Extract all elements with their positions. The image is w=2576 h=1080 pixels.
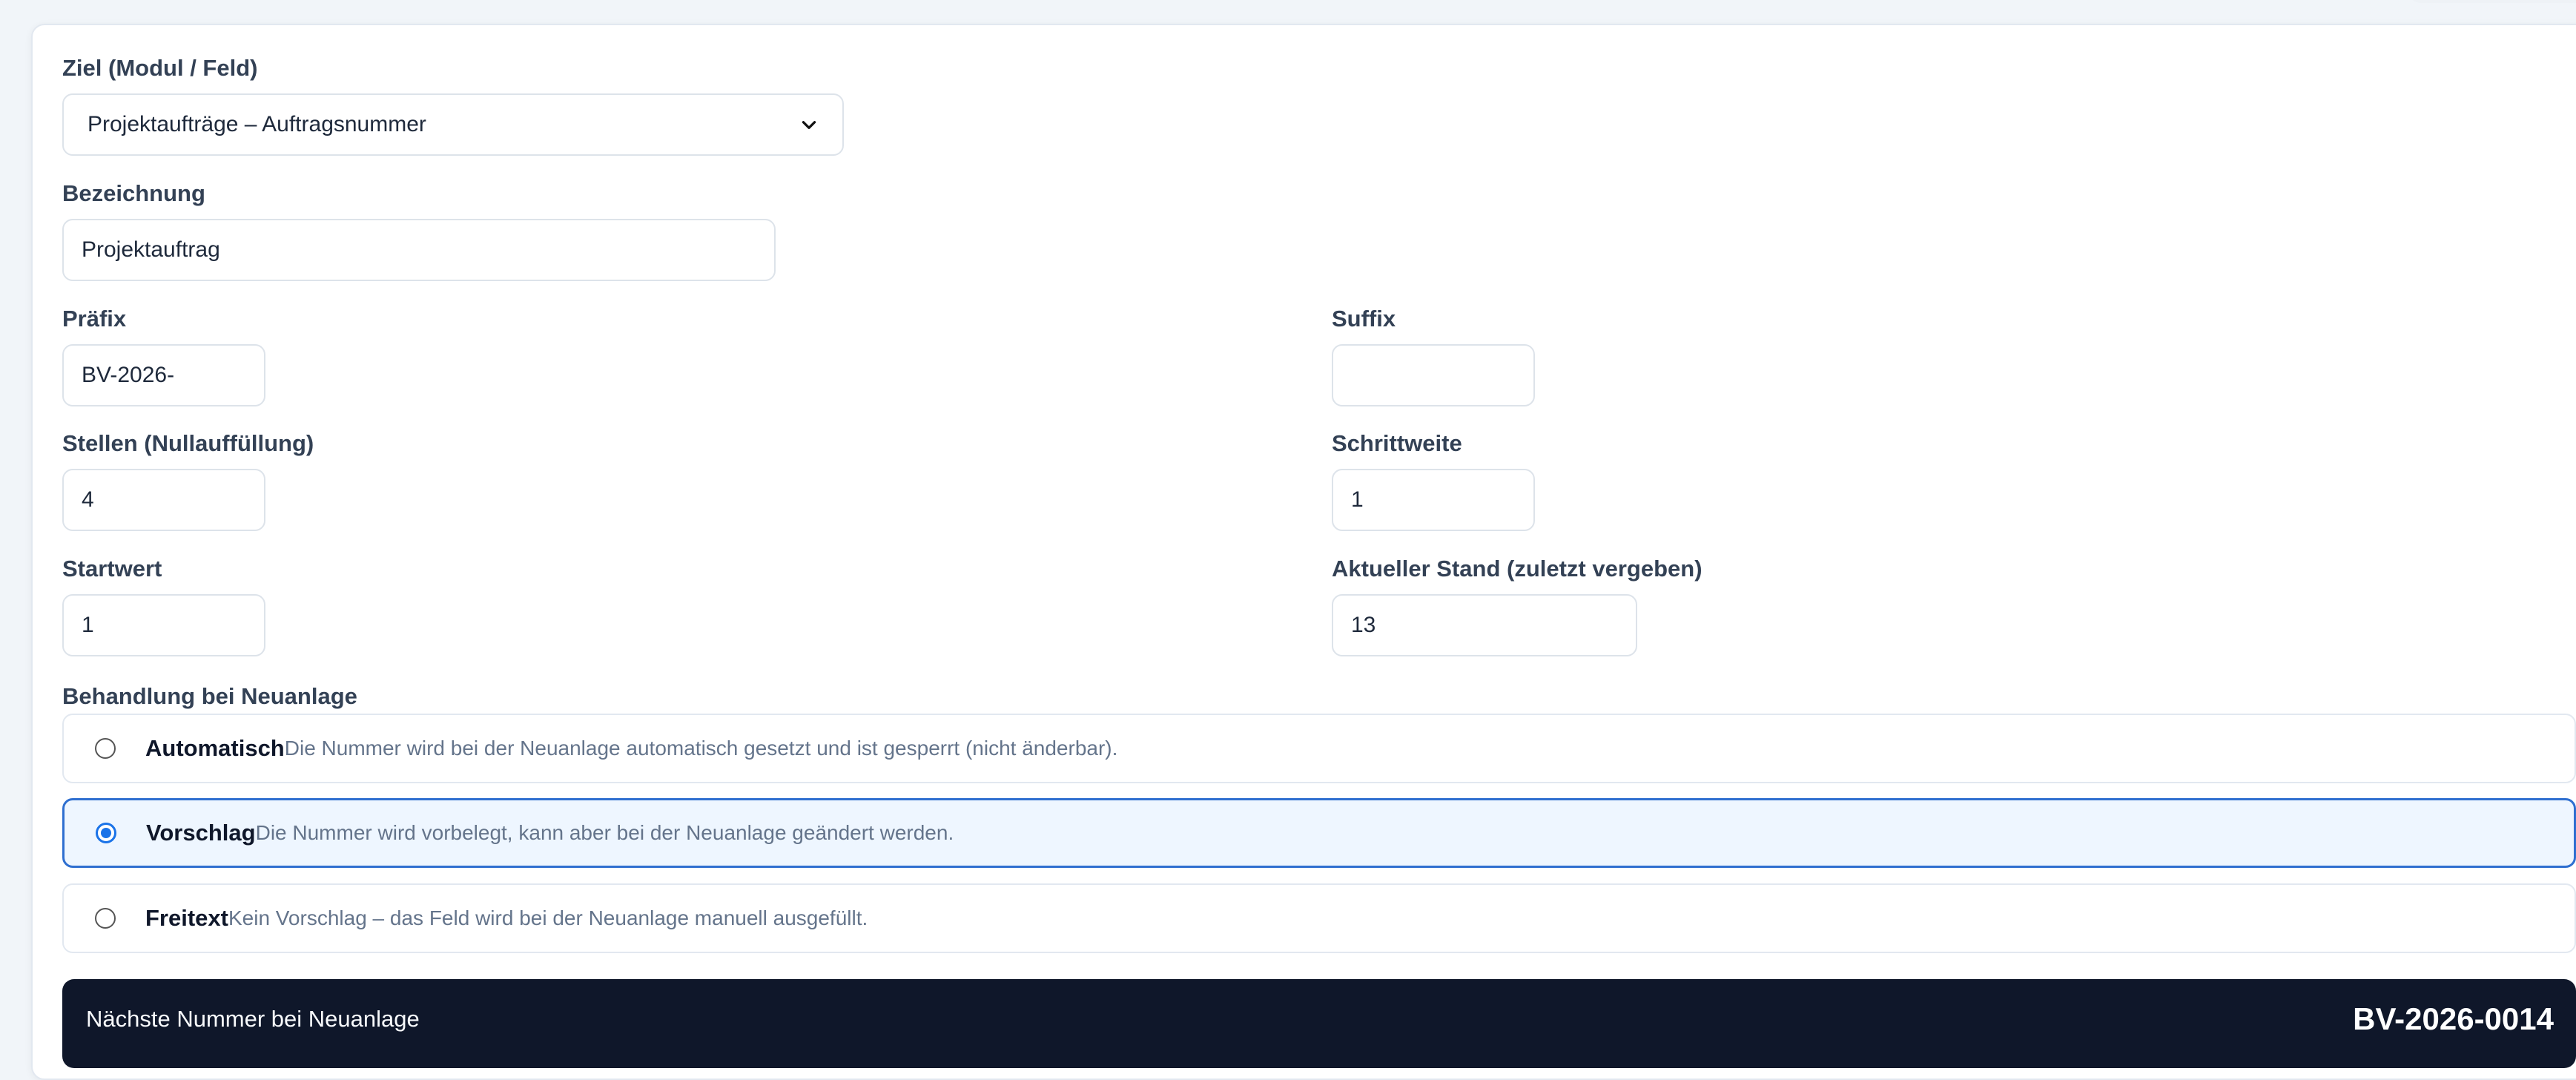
chevron-down-icon <box>802 121 816 129</box>
prefix-label: Präfix <box>62 306 127 332</box>
suffix-input[interactable] <box>1332 344 1535 406</box>
name-label: Bezeichnung <box>62 180 205 206</box>
mode-option-title: Freitext <box>145 905 228 931</box>
start-label: Startwert <box>62 556 162 582</box>
top-right-tab-edge <box>2410 0 2576 3</box>
prefix-input[interactable]: BV-2026- <box>62 344 265 406</box>
mode-option-description: Die Nummer wird bei der Neuanlage automa… <box>284 737 1118 760</box>
target-label: Ziel (Modul / Feld) <box>62 55 258 81</box>
current-label: Aktueller Stand (zuletzt vergeben) <box>1332 556 1703 582</box>
next-number-preview: Nächste Nummer bei Neuanlage BV-2026-001… <box>62 979 2576 1068</box>
mode-label: Behandlung bei Neuanlage <box>62 683 357 709</box>
mode-option-automatisch[interactable]: Automatisch Die Nummer wird bei der Neua… <box>62 714 2576 783</box>
next-number-label: Nächste Nummer bei Neuanlage <box>86 1006 420 1032</box>
radio-dot <box>101 828 111 838</box>
step-input[interactable]: 1 <box>1332 469 1535 531</box>
mode-option-description: Kein Vorschlag – das Feld wird bei der N… <box>228 906 868 929</box>
next-number-value: BV-2026-0014 <box>2353 1001 2554 1036</box>
start-input[interactable]: 1 <box>62 594 265 656</box>
radio-button[interactable] <box>95 908 116 929</box>
name-input[interactable]: Projektauftrag <box>62 219 776 281</box>
target-select[interactable]: Projektaufträge – Auftragsnummer <box>62 93 844 156</box>
mode-option-title: Vorschlag <box>146 820 256 846</box>
suffix-label: Suffix <box>1332 306 1396 332</box>
digits-input[interactable]: 4 <box>62 469 265 531</box>
mode-option-freitext[interactable]: Freitext Kein Vorschlag – das Feld wird … <box>62 883 2576 953</box>
radio-button-selected[interactable] <box>96 823 116 843</box>
radio-button[interactable] <box>95 738 116 759</box>
step-label: Schrittweite <box>1332 430 1462 456</box>
mode-option-description: Die Nummer wird vorbelegt, kann aber bei… <box>255 821 954 844</box>
target-select-value: Projektaufträge – Auftragsnummer <box>87 112 426 136</box>
mode-option-vorschlag[interactable]: Vorschlag Die Nummer wird vorbelegt, kan… <box>62 798 2576 868</box>
current-input[interactable]: 13 <box>1332 594 1637 656</box>
digits-label: Stellen (Nullauffüllung) <box>62 430 314 456</box>
mode-option-title: Automatisch <box>145 735 285 761</box>
